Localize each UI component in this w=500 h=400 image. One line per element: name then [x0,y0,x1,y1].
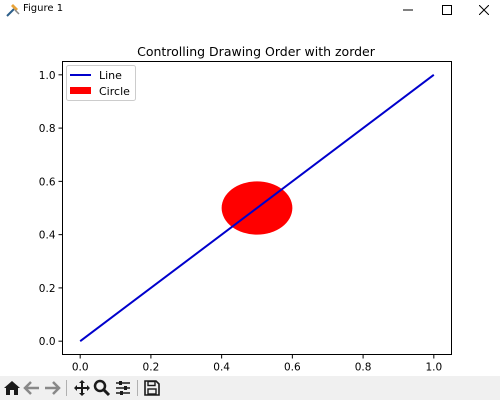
chart: Controlling Drawing Order with zorder 0.… [39,44,452,374]
minimize-icon [403,9,413,11]
matplotlib-icon [5,2,21,18]
y-tick-label: 1.0 [39,70,56,82]
maximize-button[interactable] [427,0,467,20]
pan-icon [74,380,90,396]
minimize-button[interactable] [388,0,428,20]
series-line [79,74,435,342]
configure-subplots-button[interactable] [113,378,133,398]
save-icon [144,380,160,396]
forward-icon [45,381,61,395]
window-titlebar: Figure 1 [0,0,500,20]
y-tick-label: 0.0 [39,336,56,348]
close-icon [479,5,489,15]
maximize-icon [442,5,452,15]
legend-label-line: Line [99,69,122,82]
pan-button[interactable] [72,378,92,398]
legend: Line Circle [66,65,136,101]
back-button[interactable] [22,378,42,398]
chart-title: Controlling Drawing Order with zorder [137,44,376,59]
home-icon [4,381,20,395]
legend-circle-swatch [70,87,91,94]
x-tick-label: 0.0 [72,362,89,373]
y-tick-label: 0.4 [39,230,56,242]
back-icon [23,381,39,395]
x-tick-label: 0.2 [143,362,160,373]
x-tick-label: 0.8 [355,362,372,373]
home-button[interactable] [2,378,22,398]
x-tick-label: 0.4 [213,362,230,373]
y-tick-label: 0.2 [39,283,56,295]
x-tick-label: 1.0 [425,362,442,373]
y-tick-label: 0.6 [39,176,56,188]
navigation-toolbar [0,376,500,400]
zoom-button[interactable] [92,378,112,398]
close-button[interactable] [464,0,500,20]
save-button[interactable] [142,378,162,398]
window-title: Figure 1 [23,3,64,14]
zoom-icon [93,379,111,397]
toolbar-separator [66,380,67,396]
legend-label-circle: Circle [99,85,130,98]
configure-subplots-icon [116,381,130,395]
figure-canvas[interactable]: Controlling Drawing Order with zorder 0.… [0,20,500,374]
x-tick-label: 0.6 [284,362,301,373]
toolbar-separator [137,380,138,396]
y-tick-label: 0.8 [39,123,56,135]
forward-button[interactable] [42,378,62,398]
